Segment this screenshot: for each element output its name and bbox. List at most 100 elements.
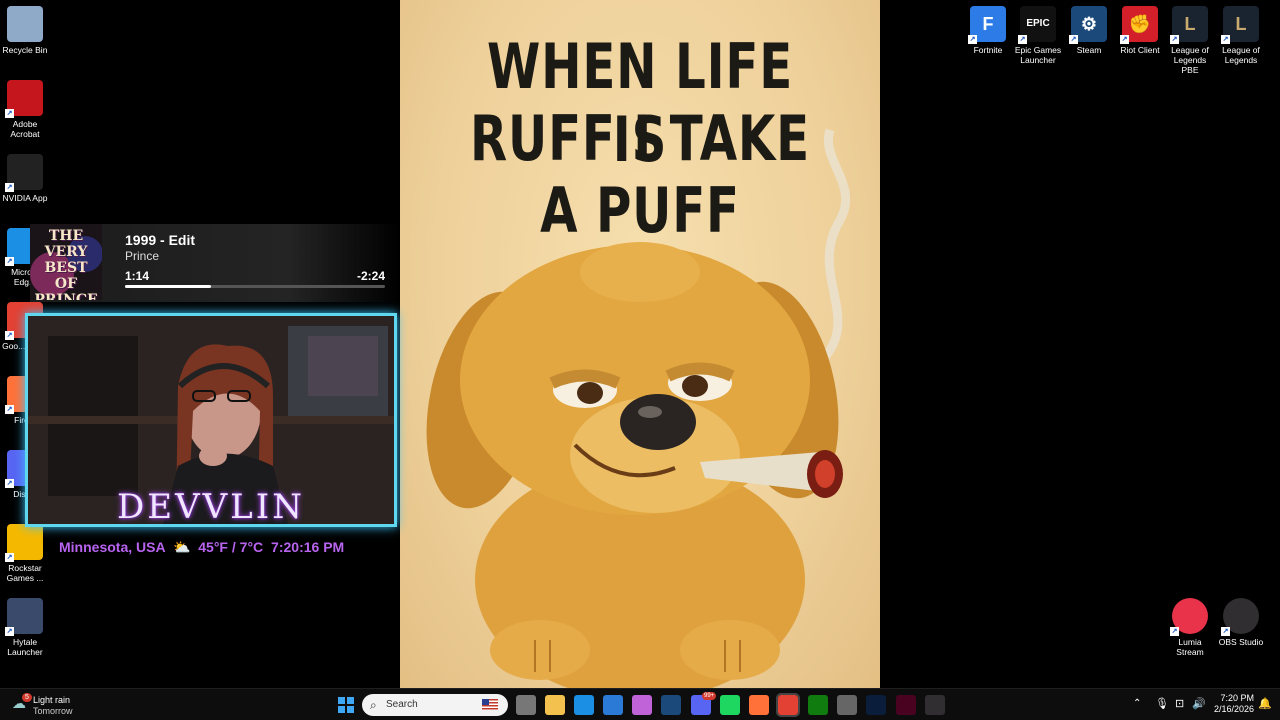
search-icon: ⌕	[370, 698, 377, 712]
desktop-icon-label: Steam	[1076, 45, 1102, 55]
taskbar-chrome-icon[interactable]	[776, 693, 800, 717]
taskbar-photoshop-icon[interactable]	[866, 695, 886, 715]
clock-area[interactable]: 7:20 PM 2/16/2026	[1208, 693, 1254, 715]
elapsed-time: 1:14	[125, 269, 150, 283]
weather-badge: 5	[22, 693, 32, 702]
shortcut-arrow-icon: ↗	[5, 331, 14, 340]
nvidia-icon: ↗	[5, 154, 43, 192]
shortcut-arrow-icon: ↗	[1221, 35, 1230, 44]
notification-bell-icon[interactable]: 🔔	[1258, 697, 1272, 710]
league-icon: L ↗	[1170, 6, 1208, 44]
desktop-icon-label: Fortnite	[973, 45, 1003, 55]
desktop-icon-label: OBS Studio	[1218, 637, 1264, 647]
shortcut-arrow-icon: ↗	[5, 627, 14, 636]
shortcut-arrow-icon: ↗	[1170, 627, 1179, 636]
weather-when: Tomorrow	[33, 706, 73, 716]
epic-games-icon: EPIC ↗	[1018, 6, 1056, 44]
shortcut-arrow-icon: ↗	[5, 183, 14, 192]
desktop-icon-rockstar-games[interactable]: ↗ Rockstar Games ...	[0, 524, 50, 583]
album-art-text: THE VERY BEST OF PRINCE	[34, 228, 98, 300]
now-playing-widget: THE VERY BEST OF PRINCE 1999 - Edit Prin…	[30, 224, 400, 302]
track-progress-fill	[125, 285, 211, 288]
desktop-icon-lol[interactable]: L ↗ League of Legends	[1216, 6, 1266, 65]
desktop-icon-obs-studio[interactable]: ↗ OBS Studio	[1216, 598, 1266, 647]
league-icon: L ↗	[1221, 6, 1259, 44]
taskbar-file-explorer-icon[interactable]	[545, 695, 565, 715]
taskbar-steam-icon[interactable]	[661, 695, 681, 715]
streamer-name: DEVVLIN	[117, 487, 305, 527]
desktop-icon-label: Rockstar Games ...	[6, 563, 44, 583]
location-weather-line: Minnesota, USA ⛅ 45°F / 7°C 7:20:16 PM	[59, 539, 344, 556]
desktop-icon-adobe-acrobat[interactable]: ↗ Adobe Acrobat	[0, 80, 50, 139]
shortcut-arrow-icon: ↗	[1018, 35, 1027, 44]
album-art: THE VERY BEST OF PRINCE	[30, 224, 102, 300]
windows-start-icon[interactable]	[336, 695, 356, 715]
desktop-icon-label: League of Legends	[1222, 45, 1260, 65]
taskbar-microsoft-store-icon[interactable]	[603, 695, 623, 715]
desktop-icon-hytale-launcher[interactable]: ↗ Hytale Launcher	[0, 598, 50, 657]
desktop-icon-steam[interactable]: ⚙ ↗ Steam	[1064, 6, 1114, 55]
hytale-icon: ↗	[5, 598, 43, 636]
riot-fist-icon: ✊ ↗	[1120, 6, 1158, 44]
desktop-icon-label: Lumia Stream	[1176, 637, 1204, 657]
taskbar-task-view-icon[interactable]	[516, 695, 536, 715]
taskbar-date: 2/16/2026	[1213, 704, 1254, 714]
shortcut-arrow-icon: ↗	[1120, 35, 1129, 44]
shortcut-arrow-icon: ↗	[1170, 35, 1179, 44]
shortcut-arrow-icon: ↗	[5, 257, 14, 266]
desktop-icon-nvidia-app[interactable]: ↗ NVIDIA App	[0, 154, 50, 203]
discord-notification-badge: 99+	[702, 692, 717, 700]
shortcut-arrow-icon: ↗	[968, 35, 977, 44]
taskbar-system-monitor-icon[interactable]	[837, 695, 857, 715]
clock-text: 7:20:16 PM	[271, 539, 345, 555]
desktop-icon-label: Epic Games Launcher	[1014, 45, 1062, 65]
network-icon[interactable]: ⊡	[1175, 697, 1184, 710]
desktop-icon-recycle-bin[interactable]: Recycle Bin	[0, 6, 50, 55]
taskbar-indesign-icon[interactable]	[896, 695, 916, 715]
track-artist: Prince	[125, 249, 160, 263]
acrobat-icon: ↗	[5, 80, 43, 118]
obs-icon: ↗	[1221, 598, 1259, 636]
desktop-icon-label: Adobe Acrobat	[10, 119, 40, 139]
desktop-icon-riot-client[interactable]: ✊ ↗ Riot Client	[1115, 6, 1165, 55]
taskbar-search-box[interactable]: ⌕ Search	[362, 694, 508, 716]
desktop-icon-lol-pbe[interactable]: L ↗ League of Legends PBE	[1165, 6, 1215, 75]
taskbar-edge-icon[interactable]	[574, 695, 594, 715]
taskbar-copilot-icon[interactable]	[632, 695, 652, 715]
microphone-icon[interactable]: 🎙	[1155, 697, 1169, 710]
search-placeholder: Search	[386, 699, 418, 710]
location-text: Minnesota, USA	[59, 539, 166, 555]
weather-condition: Light rain	[33, 695, 71, 705]
shortcut-arrow-icon: ↗	[1221, 627, 1230, 636]
desktop-icon-label: NVIDIA App	[2, 193, 48, 203]
desktop-icon-lumia-stream[interactable]: ↗ Lumia Stream	[1165, 598, 1215, 657]
rockstar-icon: ↗	[5, 524, 43, 562]
taskbar-xbox-icon[interactable]	[808, 695, 828, 715]
weather-widget[interactable]: ☁ 5 Light rain Tomorrow	[10, 693, 90, 717]
desktop-icon-fortnite[interactable]: F ↗ Fortnite	[963, 6, 1013, 55]
track-title: 1999 - Edit	[125, 232, 196, 248]
taskbar-firefox-icon[interactable]	[749, 695, 769, 715]
desktop-icon-label: Hytale Launcher	[7, 637, 43, 657]
desktop-icon-label: Recycle Bin	[2, 45, 48, 55]
fortnite-icon: F ↗	[968, 6, 1006, 44]
track-progress-bar	[125, 285, 385, 288]
tray-chevron-icon[interactable]: ⌃	[1133, 698, 1141, 709]
taskbar-time: 7:20 PM	[1220, 693, 1254, 703]
shortcut-arrow-icon: ↗	[1069, 35, 1078, 44]
desktop-icon-epic-games[interactable]: EPIC ↗ Epic Games Launcher	[1013, 6, 1063, 65]
taskbar-obs-icon[interactable]	[925, 695, 945, 715]
partly-cloudy-icon: ⛅	[172, 539, 191, 555]
recycle-bin-icon	[7, 6, 43, 42]
puppy-illustration	[426, 128, 851, 688]
shortcut-arrow-icon: ↗	[5, 553, 14, 562]
steam-icon: ⚙ ↗	[1069, 6, 1107, 44]
taskbar: ☁ 5 Light rain Tomorrow ⌕ Search 99+ ⌃ 🎙…	[0, 688, 1280, 720]
temperature-text: 45°F / 7°C	[198, 539, 264, 555]
shortcut-arrow-icon: ↗	[5, 479, 14, 488]
volume-icon[interactable]: 🔊	[1192, 697, 1206, 710]
desktop-icon-label: League of Legends PBE	[1171, 45, 1209, 75]
taskbar-spotify-icon[interactable]	[720, 695, 740, 715]
desktop-icon-label: Riot Client	[1120, 45, 1160, 55]
shortcut-arrow-icon: ↗	[5, 405, 14, 414]
